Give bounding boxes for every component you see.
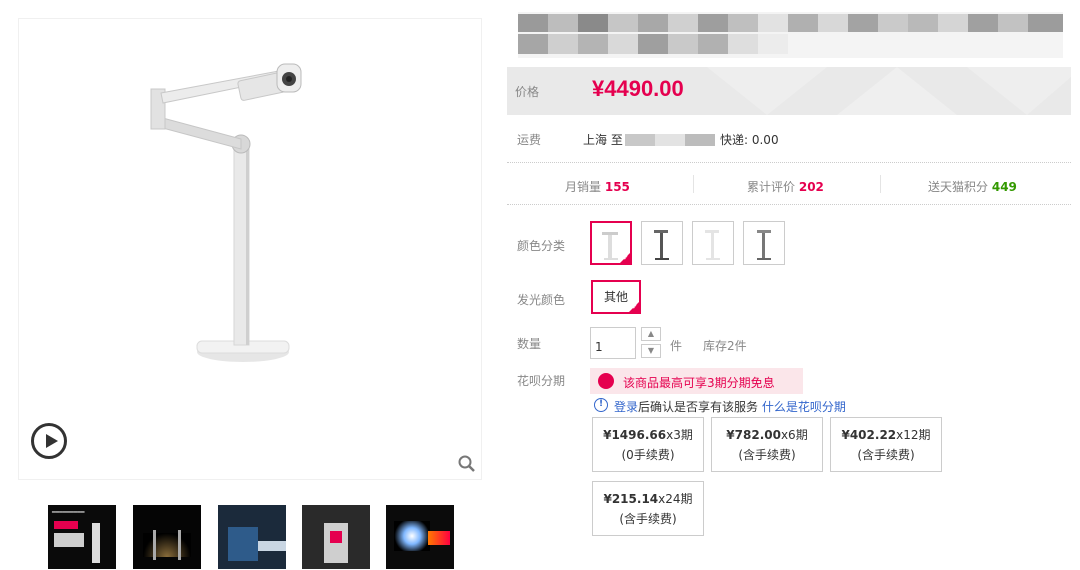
main-product-image[interactable] (18, 18, 482, 480)
huabei-banner-text: 该商品最高可享3期分期免息 (623, 376, 775, 390)
shipping-destination-blurred[interactable] (625, 134, 715, 146)
shipping-express-fee: 快递: 0.00 (720, 133, 779, 147)
glow-color-label: 发光颜色 (517, 293, 566, 307)
plan-amount: ¥215.14 (603, 492, 659, 506)
confirm-text: 后确认是否享有该服务 (638, 400, 759, 414)
color-swatch-4[interactable] (743, 221, 785, 265)
thumbnail-3[interactable] (218, 505, 286, 569)
installment-plan-6[interactable]: ¥782.00x6期 (含手续费) (711, 417, 823, 472)
huabei-label: 花呗分期 (517, 374, 566, 388)
desk-lamp-image (150, 63, 302, 362)
plan-fee: (含手续费) (857, 448, 915, 462)
stock-count: 库存2件 (703, 339, 747, 353)
tmall-points-label: 送天猫积分 (928, 180, 989, 194)
product-title-blurred (518, 12, 1063, 58)
login-link[interactable]: 登录 (614, 400, 638, 414)
shipping-from: 上海 至 (583, 133, 623, 147)
monthly-sales-label: 月销量 (565, 180, 602, 194)
color-swatch-1[interactable] (590, 221, 632, 265)
plan-amount: ¥402.22 (841, 428, 897, 442)
plan-term: x12期 (896, 428, 931, 442)
thumbnail-4[interactable] (302, 505, 370, 569)
quantity-decrease-button[interactable]: ▼ (641, 344, 661, 358)
tmall-points-value: 449 (991, 180, 1017, 194)
total-reviews[interactable]: 累计评价 202 (747, 178, 824, 195)
plan-term: x24期 (658, 492, 693, 506)
plan-amount: ¥1496.66 (603, 428, 667, 442)
info-icon: ! (594, 398, 608, 412)
color-swatch-3[interactable] (692, 221, 734, 265)
price-label: 价格 (515, 85, 540, 99)
installment-plan-12[interactable]: ¥402.22x12期 (含手续费) (830, 417, 942, 472)
shipping-label: 运费 (517, 133, 542, 147)
huabei-login-info: 登录后确认是否享有该服务 什么是花呗分期 (614, 398, 846, 415)
divider (880, 175, 881, 193)
plan-fee: (含手续费) (738, 448, 796, 462)
search-zoom-icon[interactable] (458, 455, 476, 473)
quantity-increase-button[interactable]: ▲ (641, 327, 661, 341)
glow-color-option-label: 其他 (603, 290, 628, 304)
total-reviews-value: 202 (798, 180, 824, 194)
divider (507, 204, 1071, 205)
color-swatch-2[interactable] (641, 221, 683, 265)
play-video-icon[interactable] (31, 423, 67, 459)
divider (507, 162, 1071, 163)
total-reviews-label: 累计评价 (747, 180, 796, 194)
price-value: ¥4490.00 (592, 76, 684, 101)
monthly-sales-value: 155 (604, 180, 630, 194)
tmall-points: 送天猫积分 449 (928, 178, 1017, 195)
thumbnail-1[interactable]: ━━━━━━━━━ (48, 505, 116, 569)
quantity-label: 数量 (517, 337, 542, 351)
plan-fee: (含手续费) (619, 512, 677, 526)
installment-plan-3[interactable]: ¥1496.66x3期 (0手续费) (592, 417, 704, 472)
what-is-huabei-link[interactable]: 什么是花呗分期 (762, 400, 846, 414)
price-section: 价格 ¥4490.00 (507, 67, 1071, 115)
color-label: 颜色分类 (517, 239, 566, 253)
plan-fee: (0手续费) (621, 448, 675, 462)
plan-amount: ¥782.00 (726, 428, 781, 442)
glow-color-option-other[interactable]: 其他 (591, 280, 641, 314)
monthly-sales: 月销量 155 (565, 178, 630, 195)
thumbnail-5[interactable] (386, 505, 454, 569)
huabei-icon (598, 373, 614, 389)
quantity-input[interactable]: 1 (590, 327, 636, 359)
divider (693, 175, 694, 193)
thumbnail-2[interactable] (133, 505, 201, 569)
installment-plan-24[interactable]: ¥215.14x24期 (含手续费) (592, 481, 704, 536)
plan-term: x6期 (780, 428, 808, 442)
huabei-banner: 该商品最高可享3期分期免息 (590, 368, 803, 394)
plan-term: x3期 (666, 428, 693, 442)
quantity-unit: 件 (670, 339, 683, 353)
